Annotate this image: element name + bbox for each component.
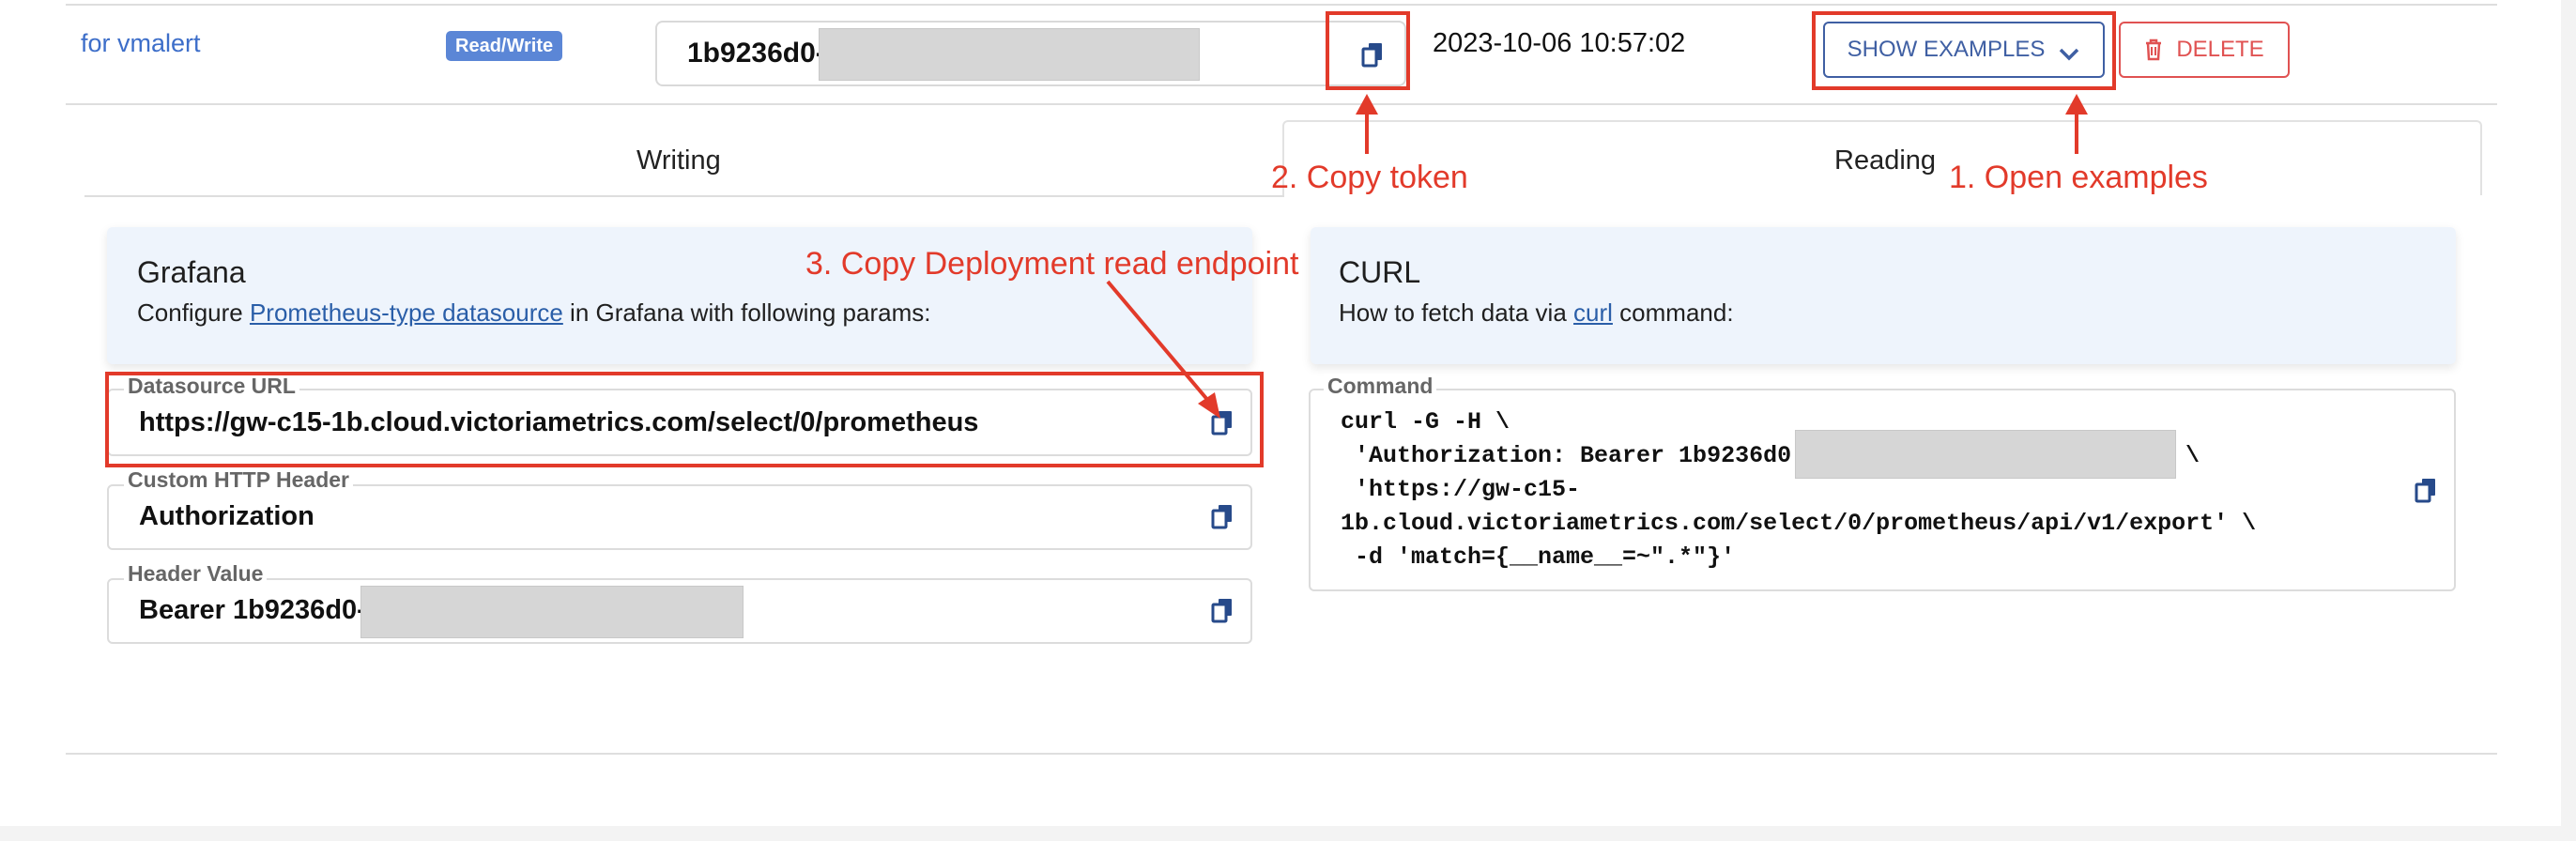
curl-line-1: curl -G -H \ [1341, 408, 1510, 436]
token-value: 1b9236d0- [687, 38, 825, 69]
delete-label: DELETE [2176, 37, 2264, 62]
highlight-copy-token [1326, 11, 1410, 90]
access-badge: Read/Write [446, 31, 563, 61]
tab-divider [84, 195, 1284, 197]
grafana-title: Grafana [137, 255, 246, 289]
curl-desc-suffix: command: [1612, 298, 1734, 327]
delete-button[interactable]: DELETE [2119, 22, 2290, 78]
prometheus-datasource-link[interactable]: Prometheus-type datasource [250, 298, 563, 327]
grafana-desc-suffix: in Grafana with following params: [562, 298, 931, 327]
token-redaction [819, 28, 1200, 81]
curl-command-label: Command [1324, 374, 1437, 399]
created-date: 2023-10-06 10:57:02 [1433, 28, 1686, 58]
curl-line-3: 'https://gw-c15- [1341, 476, 1581, 503]
header-value-redaction [360, 586, 744, 638]
copy-icon[interactable] [1211, 503, 1235, 529]
curl-line-2-tail: \ [2185, 442, 2200, 469]
tab-reading[interactable]: Reading [1834, 145, 1936, 176]
copy-icon[interactable] [1211, 597, 1235, 623]
row-divider [66, 103, 2497, 105]
curl-title: CURL [1339, 255, 1421, 289]
header-value-label: Header Value [124, 561, 268, 587]
curl-token-redaction [1795, 430, 2176, 479]
curl-line-2: 'Authorization: Bearer 1b9236d0- [1341, 442, 1806, 469]
annotation-copy-endpoint: 3. Copy Deployment read endpoint [805, 246, 1299, 282]
curl-description: How to fetch data via curl command: [1339, 298, 1734, 328]
custom-header-label: Custom HTTP Header [124, 467, 354, 493]
bottom-divider [66, 753, 2497, 755]
highlight-datasource-url [105, 372, 1264, 467]
grafana-desc-prefix: Configure [137, 298, 250, 327]
custom-header-value: Authorization [139, 501, 314, 531]
annotation-copy-token: 2. Copy token [1271, 160, 1468, 195]
copy-icon[interactable] [2415, 477, 2439, 503]
trash-icon [2144, 38, 2163, 61]
curl-line-5: -d 'match={__name__=~".*"}' [1341, 543, 1736, 571]
highlight-show-examples [1812, 11, 2116, 90]
grafana-description: Configure Prometheus-type datasource in … [137, 298, 930, 328]
annotation-open-examples: 1. Open examples [1949, 160, 2208, 195]
tab-writing[interactable]: Writing [636, 145, 721, 176]
token-name-link[interactable]: for vmalert [81, 29, 201, 58]
curl-desc-prefix: How to fetch data via [1339, 298, 1574, 327]
curl-card [1311, 227, 2456, 364]
curl-link[interactable]: curl [1573, 298, 1613, 327]
curl-line-4: 1b.cloud.victoriametrics.com/select/0/pr… [1341, 510, 2257, 537]
header-value-value: Bearer 1b9236d0-4 [139, 595, 381, 625]
top-divider [66, 4, 2497, 6]
